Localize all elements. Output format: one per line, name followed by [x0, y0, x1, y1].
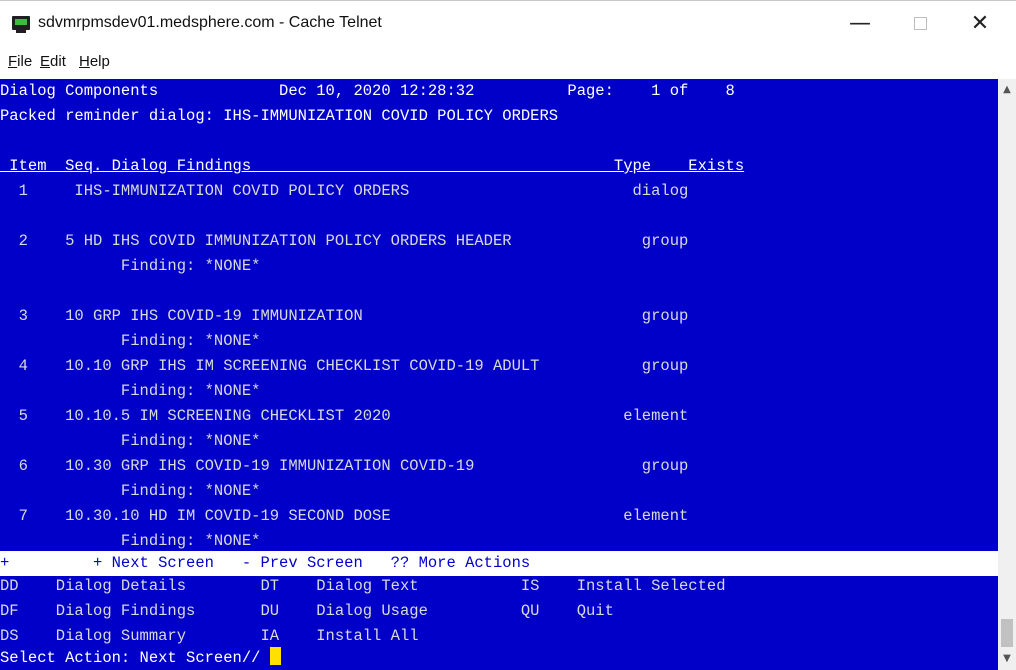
list-row: 6 10.30 GRP IHS COVID-19 IMMUNIZATION CO…: [0, 457, 689, 475]
list-row: 5 10.10.5 IM SCREENING CHECKLIST 2020 el…: [0, 407, 689, 425]
menu-file[interactable]: File: [8, 53, 32, 70]
terminal-screen[interactable]: Dialog Components Dec 10, 2020 12:28:32 …: [0, 79, 998, 670]
menu-edit[interactable]: Edit: [40, 53, 66, 70]
list-row: 3 10 GRP IHS COVID-19 IMMUNIZATION group: [0, 307, 689, 325]
telnet-window: sdvmrpmsdev01.medsphere.com - Cache Teln…: [0, 0, 1016, 670]
title-bar[interactable]: sdvmrpmsdev01.medsphere.com - Cache Teln…: [0, 1, 1016, 49]
list-row: Finding: *NONE*: [0, 482, 261, 500]
scrollbar-thumb[interactable]: [1001, 619, 1013, 647]
menu-help-accel: H: [79, 53, 90, 70]
menu-help-label: elp: [89, 53, 110, 70]
column-headers: Item Seq. Dialog Findings Type Exists: [0, 157, 745, 175]
screen-header: Dialog Components Dec 10, 2020 12:28:32 …: [0, 82, 735, 100]
action-prompt[interactable]: Select Action: Next Screen//: [0, 646, 281, 670]
list-row: 2 5 HD IHS COVID IMMUNIZATION POLICY ORD…: [0, 232, 689, 250]
list-row: 1 IHS-IMMUNIZATION COVID POLICY ORDERS d…: [0, 182, 689, 200]
scroll-down-arrow-icon[interactable]: ▼: [998, 650, 1016, 668]
maximize-button[interactable]: [890, 1, 950, 45]
menu-edit-accel: E: [40, 53, 51, 70]
screen-subtitle: Packed reminder dialog: IHS-IMMUNIZATION…: [0, 107, 559, 125]
terminal-app-icon: [12, 16, 30, 33]
action-menu-row: DD Dialog Details DT Dialog Text IS Inst…: [0, 577, 726, 595]
vertical-scrollbar[interactable]: ▲ ▼: [998, 79, 1016, 670]
menu-file-accel: F: [8, 53, 18, 70]
menu-file-label: ile: [17, 53, 33, 70]
menu-bar: File Edit Help: [0, 51, 1016, 75]
list-row: Finding: *NONE*: [0, 332, 261, 350]
close-button[interactable]: ✕: [950, 1, 1010, 45]
window-title: sdvmrpmsdev01.medsphere.com - Cache Teln…: [38, 14, 382, 31]
minimize-button[interactable]: —: [830, 1, 890, 45]
action-menu-row: DF Dialog Findings DU Dialog Usage QU Qu…: [0, 602, 614, 620]
list-row: 4 10.10 GRP IHS IM SCREENING CHECKLIST C…: [0, 357, 689, 375]
menu-edit-label: dit: [50, 53, 66, 70]
action-prompt-text: Select Action: Next Screen//: [0, 649, 270, 667]
maximize-icon: [913, 16, 927, 30]
list-row: Finding: *NONE*: [0, 432, 261, 450]
navigation-bar: + + Next Screen - Prev Screen ?? More Ac…: [0, 551, 998, 576]
list-row: Finding: *NONE*: [0, 257, 261, 275]
list-row: Finding: *NONE*: [0, 382, 261, 400]
text-cursor: [269, 647, 281, 665]
list-row: 7 10.30.10 HD IM COVID-19 SECOND DOSE el…: [0, 507, 689, 525]
menu-help[interactable]: Help: [79, 53, 110, 70]
scroll-up-arrow-icon[interactable]: ▲: [998, 81, 1016, 99]
